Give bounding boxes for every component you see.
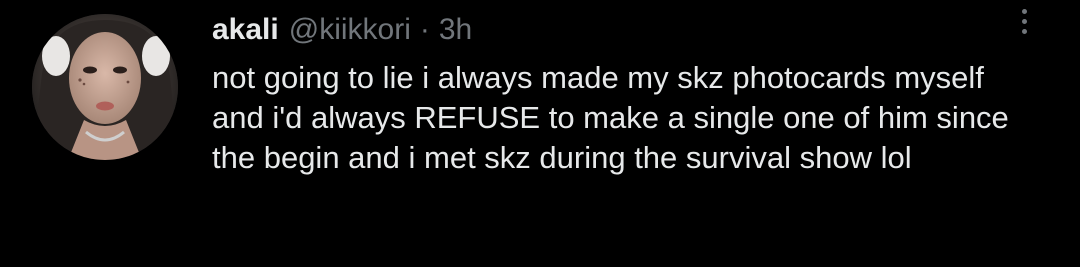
tweet-card[interactable]: akali @kiikkori · 3h not going to lie i … (0, 0, 1080, 267)
more-options-button[interactable] (1012, 6, 1036, 42)
more-vertical-icon (1012, 9, 1036, 34)
timestamp[interactable]: 3h (439, 6, 472, 54)
user-handle[interactable]: @kiikkori (289, 6, 411, 54)
avatar-image (32, 14, 178, 160)
tweet-header: akali @kiikkori · 3h (212, 6, 1032, 54)
tweet-content: akali @kiikkori · 3h not going to lie i … (212, 6, 1032, 178)
tweet-text: not going to lie i always made my skz ph… (212, 60, 1009, 175)
separator-dot: · (419, 13, 430, 46)
avatar[interactable] (32, 14, 178, 160)
display-name[interactable]: akali (212, 6, 279, 54)
